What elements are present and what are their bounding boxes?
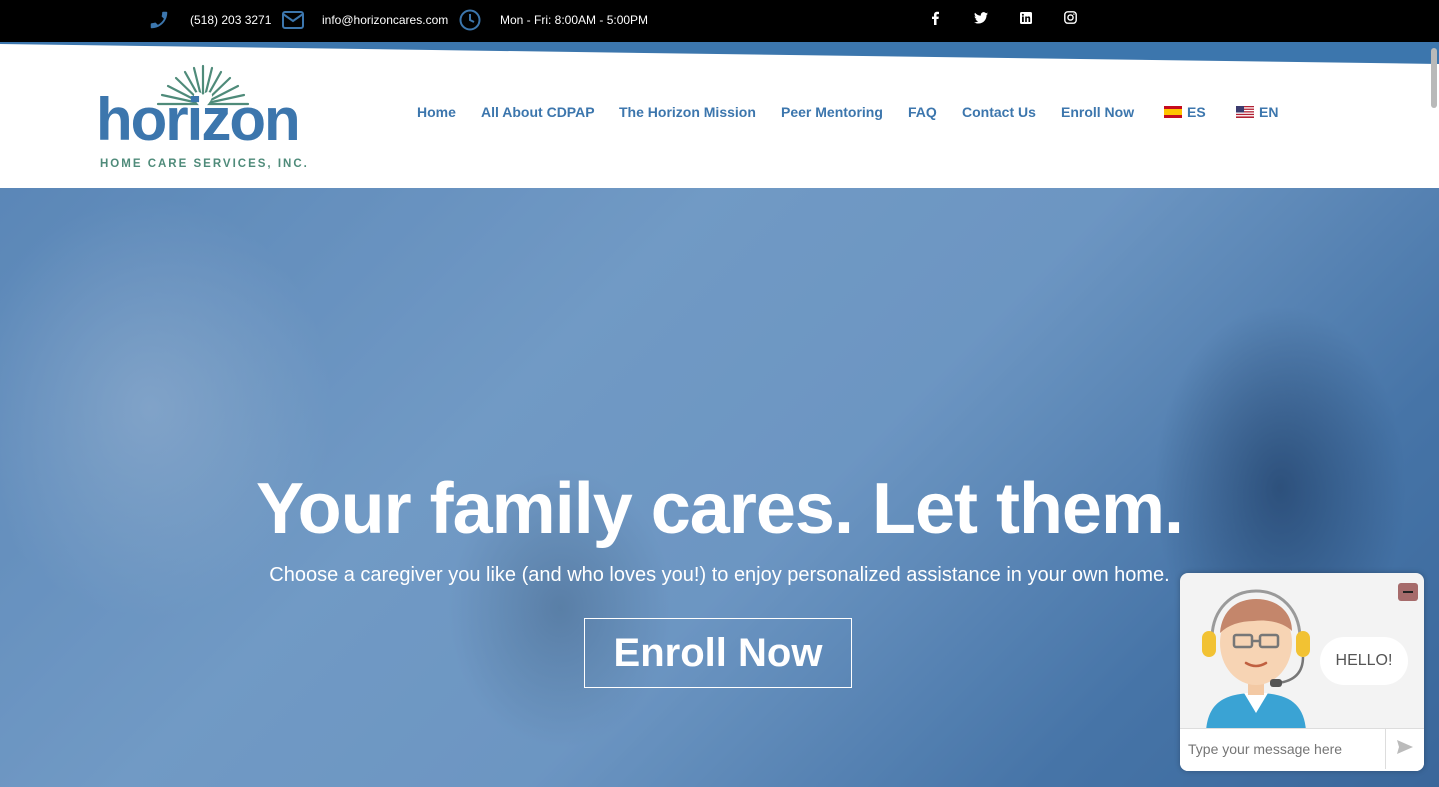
- chat-minimize-button[interactable]: [1398, 583, 1418, 601]
- chat-greeting-bubble: HELLO!: [1320, 637, 1408, 685]
- nav-faq[interactable]: FAQ: [908, 104, 937, 120]
- top-bar: (518) 203 3271 info@horizoncares.com Mon…: [0, 0, 1439, 42]
- chat-input-bar: [1180, 728, 1424, 771]
- chat-widget: HELLO!: [1180, 573, 1424, 771]
- linkedin-link[interactable]: [1020, 0, 1032, 40]
- linkedin-icon: [1020, 11, 1032, 29]
- nav-horizon-mission[interactable]: The Horizon Mission: [619, 104, 756, 120]
- nav-lang-es[interactable]: ES: [1164, 104, 1206, 120]
- chat-send-button[interactable]: [1385, 729, 1424, 769]
- agent-avatar-icon: [1202, 589, 1310, 731]
- hero-enroll-button[interactable]: Enroll Now: [584, 618, 852, 688]
- hours-text: Mon - Fri: 8:00AM - 5:00PM: [500, 13, 649, 27]
- email-address: info@horizoncares.com: [322, 13, 449, 27]
- clock-icon: [459, 9, 481, 31]
- twitter-link[interactable]: [974, 0, 988, 40]
- send-icon: [1396, 739, 1414, 760]
- instagram-link[interactable]: [1064, 0, 1077, 40]
- nav-all-about-cdpap[interactable]: All About CDPAP: [481, 104, 595, 120]
- horizon-logo[interactable]: horizon HOME CARE SERVICES, INC.: [96, 62, 316, 177]
- phone-number: (518) 203 3271: [190, 13, 272, 27]
- chat-message-input[interactable]: [1180, 729, 1384, 769]
- twitter-icon: [974, 11, 988, 29]
- business-hours: Mon - Fri: 8:00AM - 5:00PM: [459, 0, 648, 40]
- spain-flag-icon: [1164, 106, 1182, 118]
- phone-icon: [148, 9, 170, 31]
- facebook-link[interactable]: [930, 0, 940, 40]
- hero-title: Your family cares. Let them.: [256, 469, 1184, 549]
- nav-lang-en[interactable]: EN: [1236, 104, 1278, 120]
- us-flag-icon: [1236, 106, 1254, 118]
- logo-subtitle: HOME CARE SERVICES, INC.: [100, 158, 309, 170]
- instagram-icon: [1064, 11, 1077, 29]
- email-contact[interactable]: info@horizoncares.com: [282, 0, 448, 40]
- nav-enroll-now[interactable]: Enroll Now: [1061, 104, 1134, 120]
- facebook-icon: [930, 11, 940, 30]
- page-scrollbar[interactable]: [1431, 48, 1437, 108]
- nav-home[interactable]: Home: [417, 104, 456, 120]
- envelope-icon: [282, 11, 304, 29]
- nav-peer-mentoring[interactable]: Peer Mentoring: [781, 104, 883, 120]
- phone-contact[interactable]: (518) 203 3271: [148, 0, 271, 40]
- nav-contact-us[interactable]: Contact Us: [962, 104, 1036, 120]
- lang-en-label: EN: [1259, 104, 1279, 120]
- logo-wordmark: horizon: [96, 86, 301, 153]
- lang-es-label: ES: [1187, 104, 1206, 120]
